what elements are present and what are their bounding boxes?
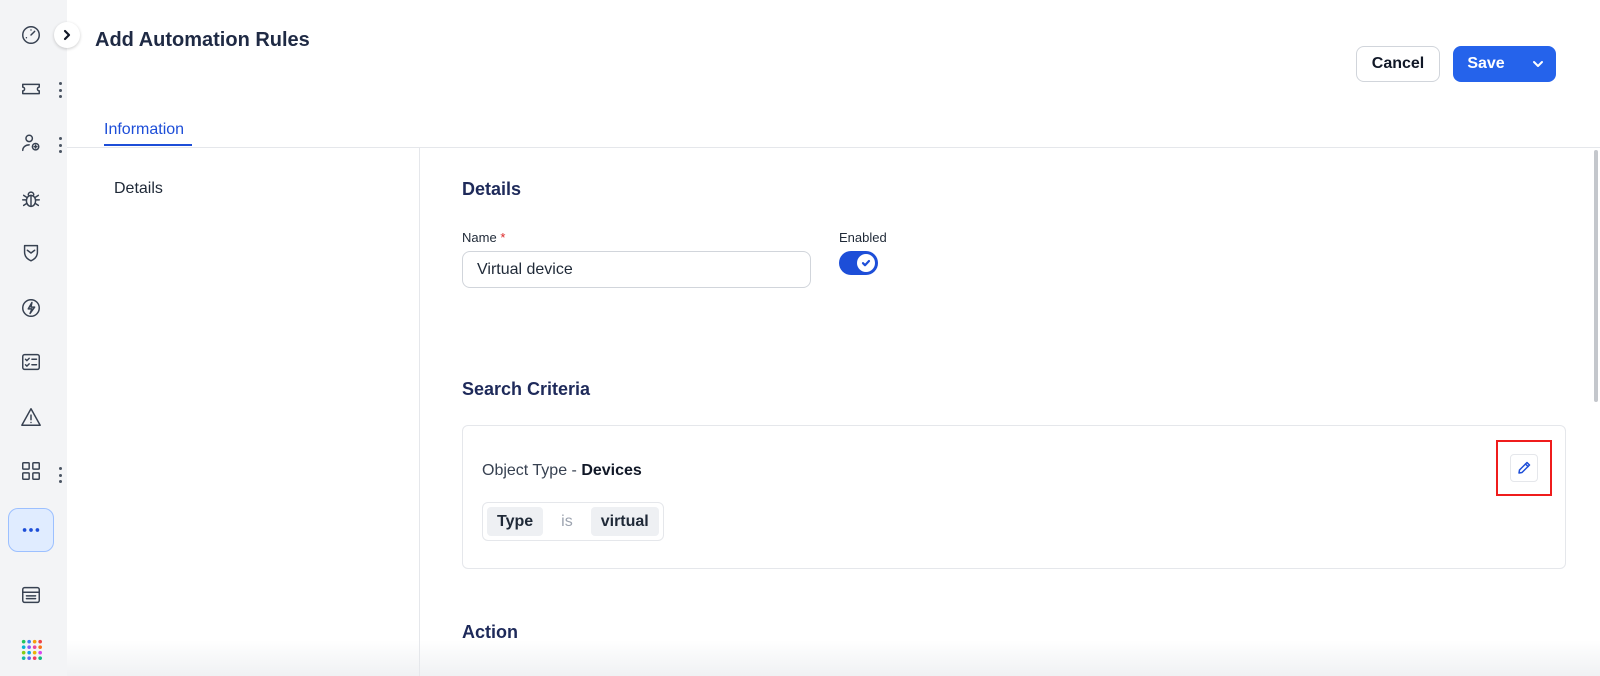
page-title: Add Automation Rules [95,29,310,51]
shield-icon[interactable] [12,234,50,272]
active-tab-indicator [104,144,192,146]
color-dots-icon[interactable] [12,630,50,668]
enabled-toggle[interactable] [839,251,878,275]
chevron-down-icon [1532,61,1543,67]
bug-icon[interactable] [12,180,50,218]
chevron-right-icon [63,29,71,41]
required-marker: * [500,230,506,245]
pencil-icon [1518,461,1531,474]
user-settings-icon[interactable] [12,124,50,162]
rail-more-apps[interactable] [56,467,64,483]
apps-grid-icon[interactable] [12,452,50,490]
app-root: Add Automation Rules Cancel Save Informa… [0,0,1600,676]
warning-icon[interactable] [12,398,50,436]
checklist-icon[interactable] [12,343,50,381]
lightning-icon[interactable] [12,289,50,327]
search-criteria-section-title: Search Criteria [462,379,591,399]
header-divider [67,147,1600,148]
criteria-condition: Type is virtual [482,502,664,541]
subnav-item-details[interactable]: Details [114,180,163,198]
details-section-title: Details [462,179,522,199]
more-icon[interactable] [8,508,54,552]
table-icon[interactable] [12,576,50,614]
ticket-icon[interactable] [12,70,50,108]
object-type-line: Object Type - Devices [482,462,642,480]
search-criteria-card: Object Type - Devices Type is virtual [462,425,1566,569]
condition-operator: is [561,512,573,530]
check-icon [861,259,871,267]
subnav-divider [419,148,420,676]
save-button-group: Save [1453,46,1556,82]
name-input[interactable] [462,251,811,288]
name-label-text: Name [462,230,497,245]
name-field-label: Name * [462,230,505,245]
object-type-label: Object Type - [482,462,582,479]
rail-more-users[interactable] [56,137,64,153]
rail-more-ticket[interactable] [56,82,64,98]
bottom-fade [67,640,1600,676]
save-options-dropdown[interactable] [1519,46,1556,82]
toggle-knob [857,254,875,272]
condition-field-chip: Type [487,507,544,536]
cancel-button[interactable]: Cancel [1356,46,1440,82]
object-type-value: Devices [581,462,642,479]
save-button[interactable]: Save [1453,55,1519,73]
edit-criteria-button[interactable] [1510,454,1538,482]
expand-sidebar-button[interactable] [54,22,80,48]
left-rail [0,0,67,676]
dashboard-icon[interactable] [12,16,50,54]
enabled-field-label: Enabled [839,230,887,245]
content-scrollbar[interactable] [1594,150,1598,402]
condition-value-chip: virtual [590,507,659,536]
